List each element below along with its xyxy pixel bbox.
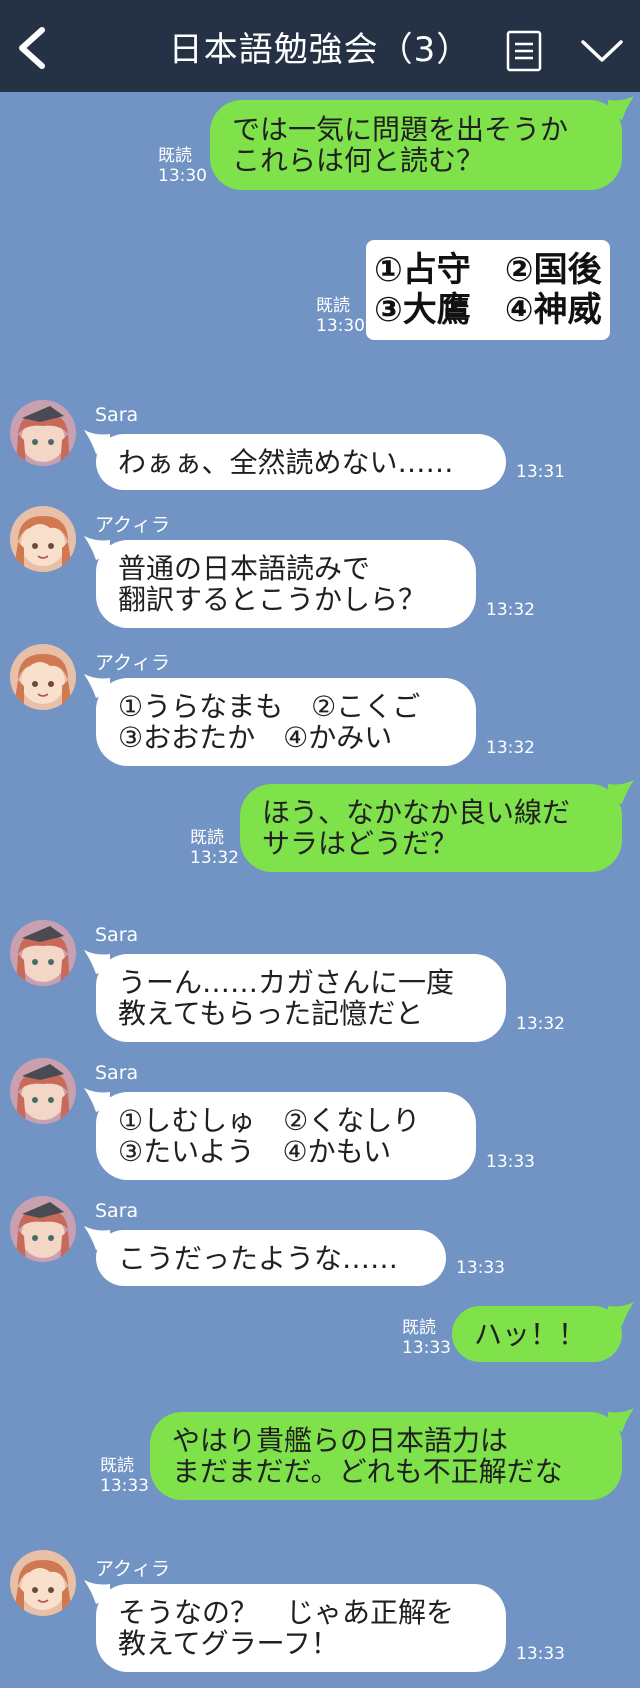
bubble-tail [608, 1408, 634, 1432]
read-label: 既読 [190, 828, 224, 848]
sender-avatar[interactable] [10, 400, 76, 466]
menu-list-icon[interactable] [506, 30, 542, 72]
incoming-message-bubble[interactable]: ①しむしゅ ②くなしり ③たいよう ④かもい [96, 1092, 476, 1180]
bubble-tail [608, 1302, 634, 1326]
quiz-line: ①占守 ②国後 [374, 250, 602, 290]
sender-avatar[interactable] [10, 506, 76, 572]
message-time: 13:33 [100, 1476, 149, 1496]
read-label: 既読 [158, 146, 192, 166]
incoming-message-bubble[interactable]: うーん……カガさんに一度 教えてもらった記憶だと [96, 954, 506, 1042]
message-time: 13:32 [190, 848, 239, 868]
message-time: 13:33 [456, 1258, 505, 1278]
read-receipt: 既読 13:33 [402, 1318, 451, 1358]
message-time: 13:32 [516, 1014, 565, 1034]
incoming-message-bubble[interactable]: そうなの？ じゃあ正解を 教えてグラーフ！ [96, 1584, 506, 1672]
bubble-tail [608, 780, 634, 804]
read-receipt: 既読 13:30 [158, 146, 207, 186]
sender-name: Sara [95, 404, 139, 426]
sender-name: Sara [95, 1200, 139, 1222]
outgoing-message-bubble[interactable]: やはり貴艦らの日本語力は まだまだだ。どれも不正解だな [150, 1412, 622, 1500]
sender-avatar[interactable] [10, 920, 76, 986]
read-receipt: 既読 13:32 [190, 828, 239, 868]
message-time: 13:33 [486, 1152, 535, 1172]
quiz-line: ③大鷹 ④神威 [374, 290, 602, 330]
incoming-message-bubble[interactable]: ①うらなまも ②こくご ③おおたか ④かみい [96, 678, 476, 766]
sender-name: アクィラ [95, 652, 171, 674]
bubble-tail [608, 96, 634, 120]
incoming-message-bubble[interactable]: 普通の日本語読みで 翻訳するとこうかしら？ [96, 540, 476, 628]
sender-avatar[interactable] [10, 1058, 76, 1124]
quiz-card: ①占守 ②国後 ③大鷹 ④神威 [366, 240, 610, 340]
read-receipt: 既読 13:33 [100, 1456, 149, 1496]
sender-name: アクィラ [95, 514, 171, 536]
incoming-message-bubble[interactable]: こうだったような…… [96, 1230, 446, 1286]
outgoing-message-bubble[interactable]: ハッ！！ [452, 1306, 622, 1362]
message-time: 13:33 [516, 1644, 565, 1664]
sender-avatar[interactable] [10, 1196, 76, 1262]
incoming-message-bubble[interactable]: わぁぁ、全然読めない…… [96, 434, 506, 490]
sender-name: Sara [95, 1062, 139, 1084]
outgoing-message-bubble[interactable]: では一気に問題を出そうか これらは何と読む？ [210, 100, 622, 190]
message-time: 13:30 [158, 166, 207, 186]
sender-avatar[interactable] [10, 644, 76, 710]
message-time: 13:30 [316, 316, 365, 336]
read-label: 既読 [402, 1318, 436, 1338]
chat-header: 日本語勉強会（3） [0, 0, 640, 92]
sender-name: Sara [95, 924, 139, 946]
message-time: 13:33 [402, 1338, 451, 1358]
chevron-down-icon[interactable] [580, 38, 624, 64]
read-label: 既読 [100, 1456, 134, 1476]
read-label: 既読 [316, 296, 350, 316]
message-time: 13:32 [486, 600, 535, 620]
sender-avatar[interactable] [10, 1550, 76, 1616]
chat-title: 日本語勉強会（3） [168, 30, 472, 70]
message-time: 13:31 [516, 462, 565, 482]
outgoing-message-bubble[interactable]: ほう、なかなか良い線だ サラはどうだ？ [240, 784, 622, 872]
sender-name: アクィラ [95, 1558, 171, 1580]
read-receipt: 既読 13:30 [316, 296, 365, 336]
message-time: 13:32 [486, 738, 535, 758]
